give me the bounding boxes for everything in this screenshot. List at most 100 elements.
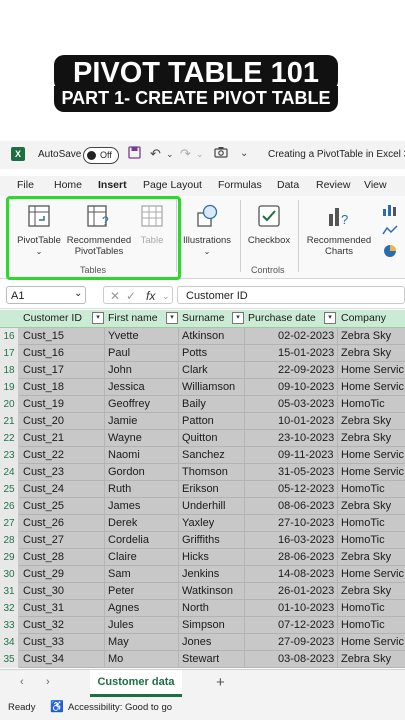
cell-surname[interactable]: Jones bbox=[182, 634, 211, 650]
cell-first-name[interactable]: Agnes bbox=[108, 600, 139, 616]
cell-surname[interactable]: Atkinson bbox=[182, 328, 224, 344]
cell-purchase-date[interactable]: 23-10-2023 bbox=[278, 430, 334, 446]
cancel-icon[interactable]: ✕ bbox=[110, 287, 120, 305]
cell-customer-id[interactable]: Cust_18 bbox=[23, 379, 64, 395]
table-row[interactable]: 31 Cust_30 Peter Watkinson 26-01-2023 Zebra S… bbox=[0, 583, 405, 600]
table-row[interactable]: 35 Cust_34 Mo Stewart 03-08-2023 Zebra Sky bbox=[0, 651, 405, 668]
cell-company[interactable]: Home Servic bbox=[341, 464, 404, 480]
cell-customer-id[interactable]: Cust_24 bbox=[23, 481, 64, 497]
recommended-charts-button[interactable]: ? Recommended Charts bbox=[303, 204, 375, 257]
cell-company[interactable]: Zebra Sky bbox=[341, 549, 391, 565]
undo-dropdown-icon[interactable]: ⌄ bbox=[166, 149, 174, 160]
tab-formulas[interactable]: Formulas bbox=[218, 179, 262, 191]
filter-dropdown-icon[interactable]: ▾ bbox=[232, 312, 244, 324]
row-number[interactable]: 32 bbox=[0, 600, 19, 617]
pie-chart-icon[interactable] bbox=[378, 244, 402, 260]
cell-surname[interactable]: Potts bbox=[182, 345, 207, 361]
save-icon[interactable] bbox=[128, 146, 141, 162]
cell-company[interactable]: Zebra Sky bbox=[341, 651, 391, 667]
cell-purchase-date[interactable]: 03-08-2023 bbox=[278, 651, 334, 667]
cell-company[interactable]: HomoTic bbox=[341, 532, 385, 548]
cell-customer-id[interactable]: Cust_27 bbox=[23, 532, 64, 548]
cell-customer-id[interactable]: Cust_15 bbox=[23, 328, 64, 344]
table-row[interactable]: 23 Cust_22 Naomi Sanchez 09-11-2023 Home Serv… bbox=[0, 447, 405, 464]
cell-customer-id[interactable]: Cust_22 bbox=[23, 447, 64, 463]
row-number[interactable]: 26 bbox=[0, 498, 19, 515]
cell-customer-id[interactable]: Cust_28 bbox=[23, 549, 64, 565]
cell-customer-id[interactable]: Cust_17 bbox=[23, 362, 64, 378]
illustrations-button[interactable]: Illustrations ⌄ bbox=[180, 204, 234, 257]
cell-customer-id[interactable]: Cust_34 bbox=[23, 651, 64, 667]
cell-customer-id[interactable]: Cust_20 bbox=[23, 413, 64, 429]
cell-customer-id[interactable]: Cust_21 bbox=[23, 430, 64, 446]
cell-customer-id[interactable]: Cust_23 bbox=[23, 464, 64, 480]
cell-purchase-date[interactable]: 01-10-2023 bbox=[278, 600, 334, 616]
redo-icon[interactable]: ↷ bbox=[180, 146, 191, 162]
cell-surname[interactable]: Baily bbox=[182, 396, 206, 412]
cell-customer-id[interactable]: Cust_16 bbox=[23, 345, 64, 361]
add-sheet-icon[interactable]: + bbox=[216, 674, 225, 691]
cell-surname[interactable]: Patton bbox=[182, 413, 214, 429]
cell-surname[interactable]: Sanchez bbox=[182, 447, 225, 463]
table-row[interactable]: 26 Cust_25 James Underhill 08-06-2023 Zebra S… bbox=[0, 498, 405, 515]
cell-company[interactable]: Home Servic bbox=[341, 566, 404, 582]
cell-customer-id[interactable]: Cust_25 bbox=[23, 498, 64, 514]
cell-first-name[interactable]: Jules bbox=[108, 617, 134, 633]
row-number[interactable]: 31 bbox=[0, 583, 19, 600]
table-row[interactable]: 27 Cust_26 Derek Yaxley 27-10-2023 HomoTic bbox=[0, 515, 405, 532]
table-row[interactable]: 33 Cust_32 Jules Simpson 07-12-2023 HomoTic bbox=[0, 617, 405, 634]
cell-first-name[interactable]: Claire bbox=[108, 549, 137, 565]
cell-purchase-date[interactable]: 26-01-2023 bbox=[278, 583, 334, 599]
column-chart-icon[interactable] bbox=[378, 204, 402, 218]
cell-purchase-date[interactable]: 09-10-2023 bbox=[278, 379, 334, 395]
cell-company[interactable]: Home Servic bbox=[341, 379, 404, 395]
cell-first-name[interactable]: James bbox=[108, 498, 140, 514]
row-number[interactable]: 18 bbox=[0, 362, 19, 379]
table-row[interactable]: 32 Cust_31 Agnes North 01-10-2023 HomoTic bbox=[0, 600, 405, 617]
tab-review[interactable]: Review bbox=[316, 179, 350, 191]
cell-surname[interactable]: Jenkins bbox=[182, 566, 219, 582]
table-row[interactable]: 24 Cust_23 Gordon Thomson 31-05-2023 Home Ser… bbox=[0, 464, 405, 481]
row-number[interactable]: 28 bbox=[0, 532, 19, 549]
filter-dropdown-icon[interactable]: ▾ bbox=[166, 312, 178, 324]
cell-first-name[interactable]: Derek bbox=[108, 515, 137, 531]
cell-company[interactable]: HomoTic bbox=[341, 617, 385, 633]
tab-page-layout[interactable]: Page Layout bbox=[143, 179, 202, 191]
formula-input[interactable]: Customer ID bbox=[177, 286, 405, 304]
cell-company[interactable]: Home Servic bbox=[341, 447, 404, 463]
cell-surname[interactable]: Quitton bbox=[182, 430, 217, 446]
table-row[interactable]: 29 Cust_28 Claire Hicks 28-06-2023 Zebra Sky bbox=[0, 549, 405, 566]
enter-icon[interactable]: ✓ bbox=[126, 287, 136, 305]
cell-purchase-date[interactable]: 07-12-2023 bbox=[278, 617, 334, 633]
row-number[interactable]: 33 bbox=[0, 617, 19, 634]
checkbox-button[interactable]: Checkbox bbox=[246, 204, 292, 246]
fx-dropdown-icon[interactable]: ⌄ bbox=[162, 287, 170, 305]
cell-surname[interactable]: Underhill bbox=[182, 498, 225, 514]
row-number[interactable]: 19 bbox=[0, 379, 19, 396]
cell-first-name[interactable]: Sam bbox=[108, 566, 131, 582]
cell-first-name[interactable]: Geoffrey bbox=[108, 396, 150, 412]
scroll-left-icon[interactable]: ‹ bbox=[20, 676, 24, 688]
table-row[interactable]: 19 Cust_18 Jessica Williamson 09-10-2023 Home… bbox=[0, 379, 405, 396]
cell-first-name[interactable]: Wayne bbox=[108, 430, 142, 446]
cell-surname[interactable]: Williamson bbox=[182, 379, 235, 395]
cell-company[interactable]: Zebra Sky bbox=[341, 345, 391, 361]
insert-function-icon[interactable]: fx bbox=[146, 287, 155, 305]
table-button[interactable]: Table bbox=[134, 204, 170, 246]
cell-company[interactable]: Zebra Sky bbox=[341, 498, 391, 514]
tab-home[interactable]: Home bbox=[54, 179, 82, 191]
cell-purchase-date[interactable]: 10-01-2023 bbox=[278, 413, 334, 429]
cell-company[interactable]: Home Servic bbox=[341, 362, 404, 378]
tab-data[interactable]: Data bbox=[277, 179, 299, 191]
cell-first-name[interactable]: Mo bbox=[108, 651, 123, 667]
cell-purchase-date[interactable]: 28-06-2023 bbox=[278, 549, 334, 565]
table-row[interactable]: 25 Cust_24 Ruth Erikson 05-12-2023 HomoTic bbox=[0, 481, 405, 498]
cell-purchase-date[interactable]: 31-05-2023 bbox=[278, 464, 334, 480]
cell-company[interactable]: Zebra Sky bbox=[341, 583, 391, 599]
cell-first-name[interactable]: Naomi bbox=[108, 447, 140, 463]
tab-file[interactable]: File bbox=[17, 179, 34, 191]
cell-customer-id[interactable]: Cust_26 bbox=[23, 515, 64, 531]
cell-first-name[interactable]: Jessica bbox=[108, 379, 145, 395]
cell-company[interactable]: HomoTic bbox=[341, 600, 385, 616]
table-row[interactable]: 16 Cust_15 Yvette Atkinson 02-02-2023 Zebra S… bbox=[0, 328, 405, 345]
